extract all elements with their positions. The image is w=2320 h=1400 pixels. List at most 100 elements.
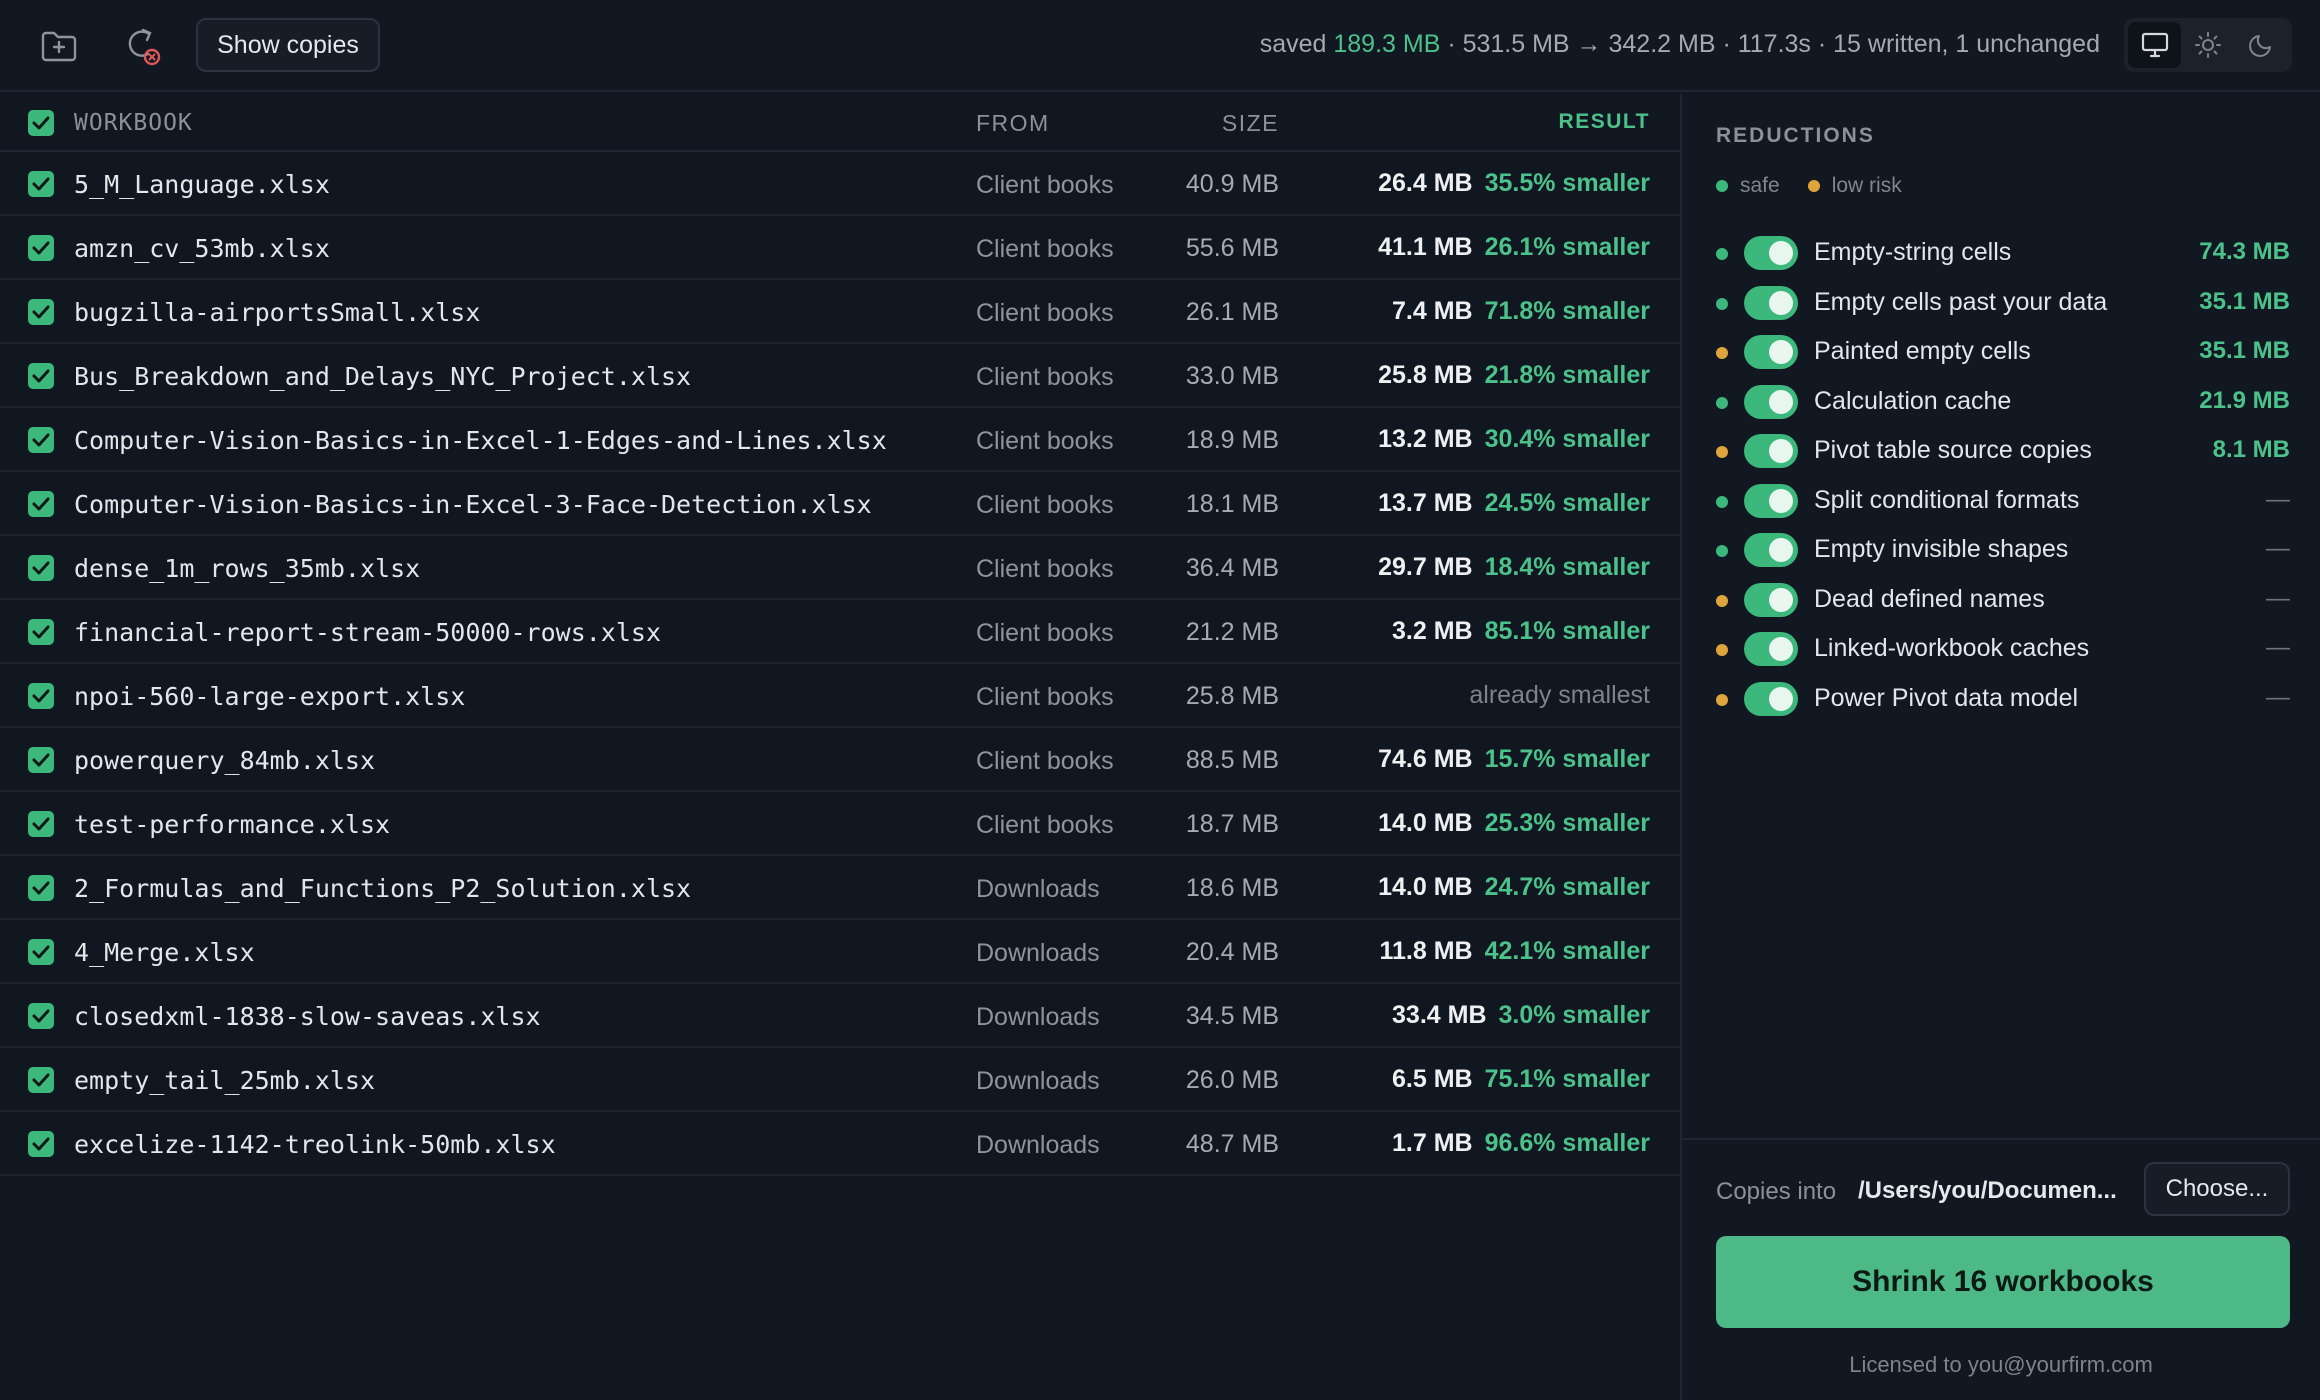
result-reduction: 96.6% smaller bbox=[1484, 1129, 1650, 1157]
row-checkbox[interactable] bbox=[28, 875, 54, 901]
row-checkbox[interactable] bbox=[28, 491, 54, 517]
show-copies-button[interactable]: Show copies bbox=[196, 18, 380, 72]
table-row[interactable]: excelize-1142-treolink-50mb.xlsx Downloa… bbox=[0, 1112, 1680, 1176]
result-reduction: 21.8% smaller bbox=[1484, 361, 1650, 389]
row-checkbox[interactable] bbox=[28, 427, 54, 453]
reduction-toggle[interactable] bbox=[1744, 533, 1798, 567]
row-checkbox[interactable] bbox=[28, 747, 54, 773]
workbook-name: empty_tail_25mb.xlsx bbox=[74, 1066, 376, 1095]
result-reduction: 25.3% smaller bbox=[1484, 809, 1650, 837]
workbook-size: 34.5 MB bbox=[1185, 1002, 1279, 1030]
workbook-source: Downloads bbox=[976, 939, 1100, 967]
monitor-icon[interactable] bbox=[2128, 22, 2181, 68]
result-new-size: 1.7 MB bbox=[1392, 1129, 1473, 1157]
reduction-toggle[interactable] bbox=[1744, 434, 1798, 468]
workbook-result: already smallest bbox=[1469, 681, 1650, 710]
row-checkbox[interactable] bbox=[28, 1067, 54, 1093]
header-result[interactable]: RESULT bbox=[1559, 110, 1650, 134]
workbook-name: financial-report-stream-50000-rows.xlsx bbox=[74, 618, 661, 647]
reduction-toggle[interactable] bbox=[1744, 582, 1798, 617]
table-row[interactable]: npoi-560-large-export.xlsx Client books … bbox=[0, 664, 1680, 728]
row-checkbox[interactable] bbox=[28, 619, 54, 645]
sun-icon[interactable] bbox=[2181, 22, 2234, 68]
reduction-toggle[interactable] bbox=[1744, 483, 1798, 518]
run-summary: saved 189.3 MB · 531.5 MB → 342.2 MB · 1… bbox=[1260, 30, 2100, 59]
header-workbook[interactable]: WORKBOOK bbox=[74, 110, 193, 136]
workbook-result: 14.0 MB 24.7% smaller bbox=[1378, 873, 1650, 902]
result-note: already smallest bbox=[1469, 681, 1650, 709]
reduction-toggle[interactable] bbox=[1744, 384, 1798, 419]
workbook-size: 88.5 MB bbox=[1185, 746, 1279, 774]
table-row[interactable]: empty_tail_25mb.xlsx Downloads 26.0 MB 6… bbox=[0, 1048, 1680, 1112]
reduction-label: Calculation cache bbox=[1814, 386, 2012, 415]
reduction-item: Empty cells past your data 35.1 MB bbox=[1716, 280, 2290, 328]
result-reduction: 15.7% smaller bbox=[1484, 745, 1650, 773]
table-row[interactable]: test-performance.xlsx Client books 18.7 … bbox=[0, 792, 1680, 856]
result-new-size: 14.0 MB bbox=[1378, 873, 1473, 901]
risk-legend: safe low risk bbox=[1716, 174, 1902, 198]
table-row[interactable]: amzn_cv_53mb.xlsx Client books 55.6 MB 4… bbox=[0, 216, 1680, 280]
table-row[interactable]: Computer-Vision-Basics-in-Excel-3-Face-D… bbox=[0, 472, 1680, 536]
workbook-size: 33.0 MB bbox=[1185, 362, 1279, 390]
row-checkbox[interactable] bbox=[28, 363, 54, 389]
row-checkbox[interactable] bbox=[28, 1003, 54, 1029]
header-size[interactable]: SIZE bbox=[1222, 110, 1279, 137]
workbook-source: Client books bbox=[976, 555, 1114, 583]
table-row[interactable]: closedxml-1838-slow-saveas.xlsx Download… bbox=[0, 984, 1680, 1048]
workbook-source: Client books bbox=[976, 683, 1114, 711]
row-checkbox[interactable] bbox=[28, 683, 54, 709]
table-row[interactable]: 5_M_Language.xlsx Client books 40.9 MB 2… bbox=[0, 152, 1680, 216]
table-row[interactable]: Bus_Breakdown_and_Delays_NYC_Project.xls… bbox=[0, 344, 1680, 408]
workbook-result: 26.4 MB 35.5% smaller bbox=[1378, 169, 1650, 198]
table-header: WORKBOOK FROM SIZE RESULT bbox=[0, 94, 1680, 152]
table-row[interactable]: 2_Formulas_and_Functions_P2_Solution.xls… bbox=[0, 856, 1680, 920]
result-reduction: 85.1% smaller bbox=[1484, 617, 1650, 645]
reduction-toggle[interactable] bbox=[1744, 236, 1798, 270]
risk-dot-icon bbox=[1716, 594, 1728, 607]
result-reduction: 75.1% smaller bbox=[1484, 1065, 1650, 1093]
select-all-checkbox[interactable] bbox=[28, 110, 54, 136]
reduction-toggle[interactable] bbox=[1744, 681, 1798, 716]
workbook-name: closedxml-1838-slow-saveas.xlsx bbox=[74, 1002, 541, 1031]
workbook-source: Downloads bbox=[976, 875, 1100, 903]
reduction-toggle[interactable] bbox=[1744, 285, 1798, 320]
workbook-result: 11.8 MB 42.1% smaller bbox=[1379, 937, 1650, 966]
reduction-toggle[interactable] bbox=[1744, 335, 1798, 369]
folder-plus-icon[interactable] bbox=[34, 22, 84, 70]
reduction-item: Pivot table source copies 8.1 MB bbox=[1716, 428, 2290, 476]
row-checkbox[interactable] bbox=[28, 939, 54, 965]
row-checkbox[interactable] bbox=[28, 1131, 54, 1157]
row-checkbox[interactable] bbox=[28, 299, 54, 325]
result-new-size: 11.8 MB bbox=[1379, 937, 1473, 965]
result-new-size: 41.1 MB bbox=[1378, 233, 1473, 261]
reduction-savings: 21.9 MB bbox=[2199, 386, 2290, 414]
shrink-button[interactable]: Shrink 16 workbooks bbox=[1716, 1236, 2290, 1328]
reduction-toggle[interactable] bbox=[1744, 632, 1798, 666]
result-reduction: 3.0% smaller bbox=[1498, 1001, 1651, 1029]
table-row[interactable]: powerquery_84mb.xlsx Client books 88.5 M… bbox=[0, 728, 1680, 792]
refresh-cancel-icon[interactable] bbox=[116, 22, 166, 70]
row-checkbox[interactable] bbox=[28, 811, 54, 837]
moon-icon[interactable] bbox=[2234, 22, 2287, 68]
table-row[interactable]: dense_1m_rows_35mb.xlsx Client books 36.… bbox=[0, 536, 1680, 600]
workbook-size: 21.2 MB bbox=[1185, 618, 1279, 646]
workbook-name: Computer-Vision-Basics-in-Excel-3-Face-D… bbox=[74, 490, 872, 519]
workbook-result: 7.4 MB 71.8% smaller bbox=[1392, 297, 1650, 326]
header-from[interactable]: FROM bbox=[976, 110, 1050, 137]
legend-safe: safe bbox=[1740, 174, 1780, 197]
table-row[interactable]: financial-report-stream-50000-rows.xlsx … bbox=[0, 600, 1680, 664]
summary-details: · 531.5 MB → 342.2 MB · 117.3s · 15 writ… bbox=[1440, 30, 2100, 58]
table-row[interactable]: 4_Merge.xlsx Downloads 20.4 MB 11.8 MB 42… bbox=[0, 920, 1680, 984]
workbook-name: 5_M_Language.xlsx bbox=[74, 170, 330, 199]
table-row[interactable]: Computer-Vision-Basics-in-Excel-1-Edges-… bbox=[0, 408, 1680, 472]
workbook-result: 13.2 MB 30.4% smaller bbox=[1378, 425, 1650, 454]
safe-dot-icon bbox=[1716, 297, 1728, 310]
result-new-size: 25.8 MB bbox=[1378, 361, 1473, 389]
row-checkbox[interactable] bbox=[28, 555, 54, 581]
choose-folder-button[interactable]: Choose... bbox=[2144, 1162, 2290, 1216]
workbook-source: Client books bbox=[976, 427, 1114, 455]
row-checkbox[interactable] bbox=[28, 171, 54, 197]
row-checkbox[interactable] bbox=[28, 235, 54, 261]
result-new-size: 13.7 MB bbox=[1378, 489, 1473, 517]
table-row[interactable]: bugzilla-airportsSmall.xlsx Client books… bbox=[0, 280, 1680, 344]
